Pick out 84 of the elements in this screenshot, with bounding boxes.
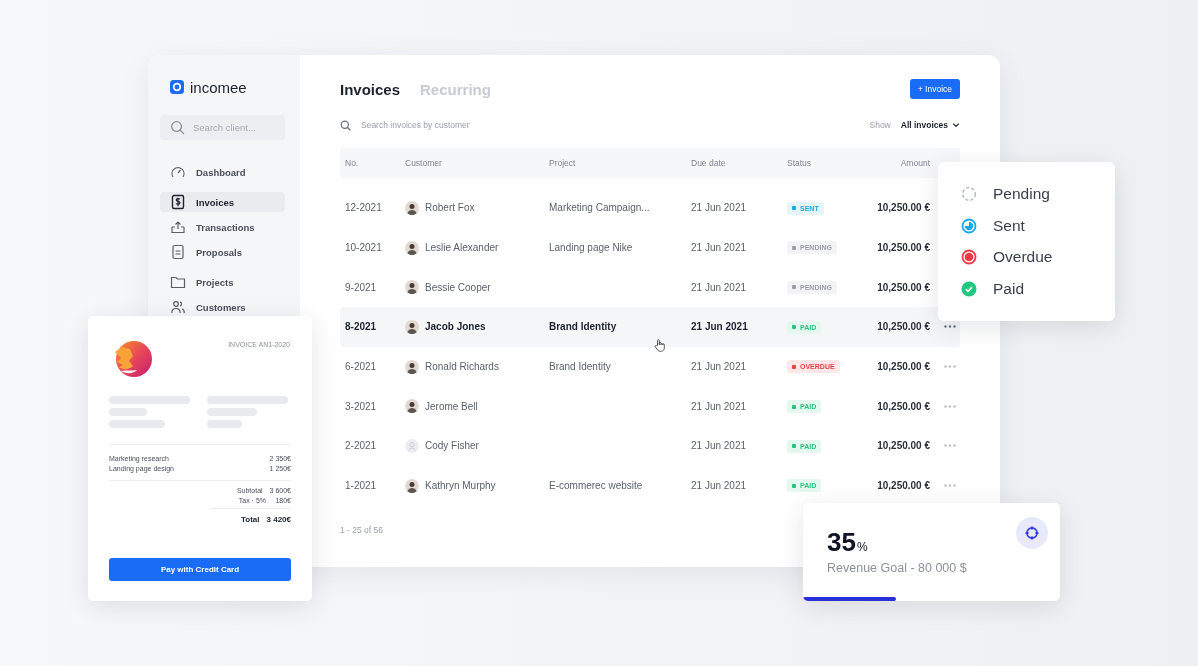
table-cell-text: 21 Jun 2021 [691, 202, 748, 214]
gauge-icon [170, 164, 186, 180]
legend-label: Overdue [993, 248, 1053, 266]
table-cell-text: 10-2021 [345, 242, 383, 254]
pay-button[interactable]: Pay with Credit Card [109, 558, 291, 581]
filter-dropdown[interactable]: All invoices [900, 120, 960, 130]
table-cell: Jacob Jones [425, 321, 486, 333]
new-invoice-button[interactable]: + Invoice [909, 79, 960, 99]
sidebar-item[interactable]: Customers [160, 297, 285, 317]
table-cell-text: 8-2021 [345, 321, 378, 333]
table-cell-text: E-commerec website [549, 480, 644, 492]
table-cell-text: 3-2021 [345, 400, 378, 412]
table-cell: Cody Fisher [425, 440, 479, 452]
column-header: Customer [405, 158, 443, 168]
column-header: Amount [899, 158, 930, 168]
target-button[interactable] [1016, 517, 1048, 549]
table-cell: Kathryn Murphy [425, 480, 496, 492]
table-cell-text: Marketing Campaign... [549, 202, 651, 214]
total-label: Total [241, 515, 260, 524]
legend-label: Paid [993, 279, 1025, 298]
table-cell: Robert Fox [425, 202, 475, 214]
sidebar-item[interactable]: Proposals [160, 242, 285, 262]
table-cell-text: 1-2021 [345, 480, 378, 492]
hand-cursor-icon [654, 339, 665, 352]
table-cell: Ronald Richards [425, 361, 499, 373]
filter-label: Show [869, 120, 891, 130]
table-cell-text: 2-2021 [345, 440, 378, 452]
table-cell-text: 12-2021 [345, 202, 383, 214]
table-cell-text: 10,250.00 € [876, 400, 930, 412]
column-header: No. [345, 158, 360, 168]
pagination-text: 1 - 25 of 56 [340, 524, 384, 535]
people-icon [170, 299, 186, 315]
table-cell-text: 21 Jun 2021 [691, 242, 748, 254]
total-amount: 3 420€ [266, 515, 291, 524]
more-icon[interactable] [944, 484, 956, 488]
tray-icon [170, 219, 186, 235]
table-cell-text: 10,250.00 € [876, 242, 930, 254]
sidebar-item[interactable]: Transactions [160, 217, 285, 237]
column-header: Due date [691, 158, 727, 168]
dollar-icon [170, 194, 186, 210]
legend-label: Pending [993, 185, 1050, 203]
table-cell-text: Brand Identity [549, 361, 612, 373]
table-cell-text: Brand Identity [549, 321, 618, 333]
table-cell-text: 10,250.00 € [876, 202, 930, 214]
goal-percent: 35 [827, 527, 856, 558]
legend-label: Sent [993, 216, 1025, 235]
logo-icon [170, 80, 184, 94]
sidebar-item[interactable]: Invoices [160, 192, 285, 212]
table-cell-text: 10,250.00 € [876, 440, 930, 452]
table-cell-text: 21 Jun 2021 [691, 321, 749, 333]
table-cell-text: 10,250.00 € [876, 321, 930, 333]
table-cell: Bessie Cooper [425, 281, 491, 293]
table-cell-text: 21 Jun 2021 [691, 281, 748, 293]
column-header: Status [787, 158, 813, 168]
table-cell-text: Landing page Nike [549, 242, 634, 254]
folder-icon [170, 274, 186, 290]
sidebar-item[interactable]: Dashboard [160, 162, 285, 182]
table-cell-text: 21 Jun 2021 [691, 361, 748, 373]
table-cell-text: 10,250.00 € [876, 281, 930, 293]
more-icon[interactable] [944, 365, 956, 369]
search-icon [170, 120, 185, 135]
column-header: Project [549, 158, 577, 168]
search-icon [340, 119, 351, 131]
table-cell-text: 10,250.00 € [876, 361, 930, 373]
goal-label: Revenue Goal - 80 000 $ [827, 561, 967, 575]
table-cell-text: 6-2021 [345, 361, 378, 373]
table-cell-text: 9-2021 [345, 281, 378, 293]
chevron-icon [952, 121, 960, 129]
table-cell-text: 21 Jun 2021 [691, 440, 748, 452]
table-cell-text: 10,250.00 € [876, 480, 930, 492]
tab[interactable]: Invoices [340, 80, 401, 98]
more-icon[interactable] [944, 444, 956, 448]
target-icon [1024, 525, 1040, 541]
sidebar-item[interactable]: Projects [160, 272, 285, 292]
table-cell: Jerome Bell [425, 400, 478, 412]
table-cell-text: 21 Jun 2021 [691, 480, 748, 492]
percent-sign: % [856, 540, 868, 554]
table-cell-text: 21 Jun 2021 [691, 400, 748, 412]
app-logo: incomee [190, 78, 247, 96]
table-cell: Leslie Alexander [425, 242, 499, 254]
document-icon [170, 244, 186, 260]
more-icon[interactable] [944, 404, 956, 408]
search-field[interactable]: Search client... [160, 115, 285, 140]
more-icon[interactable] [944, 325, 956, 329]
